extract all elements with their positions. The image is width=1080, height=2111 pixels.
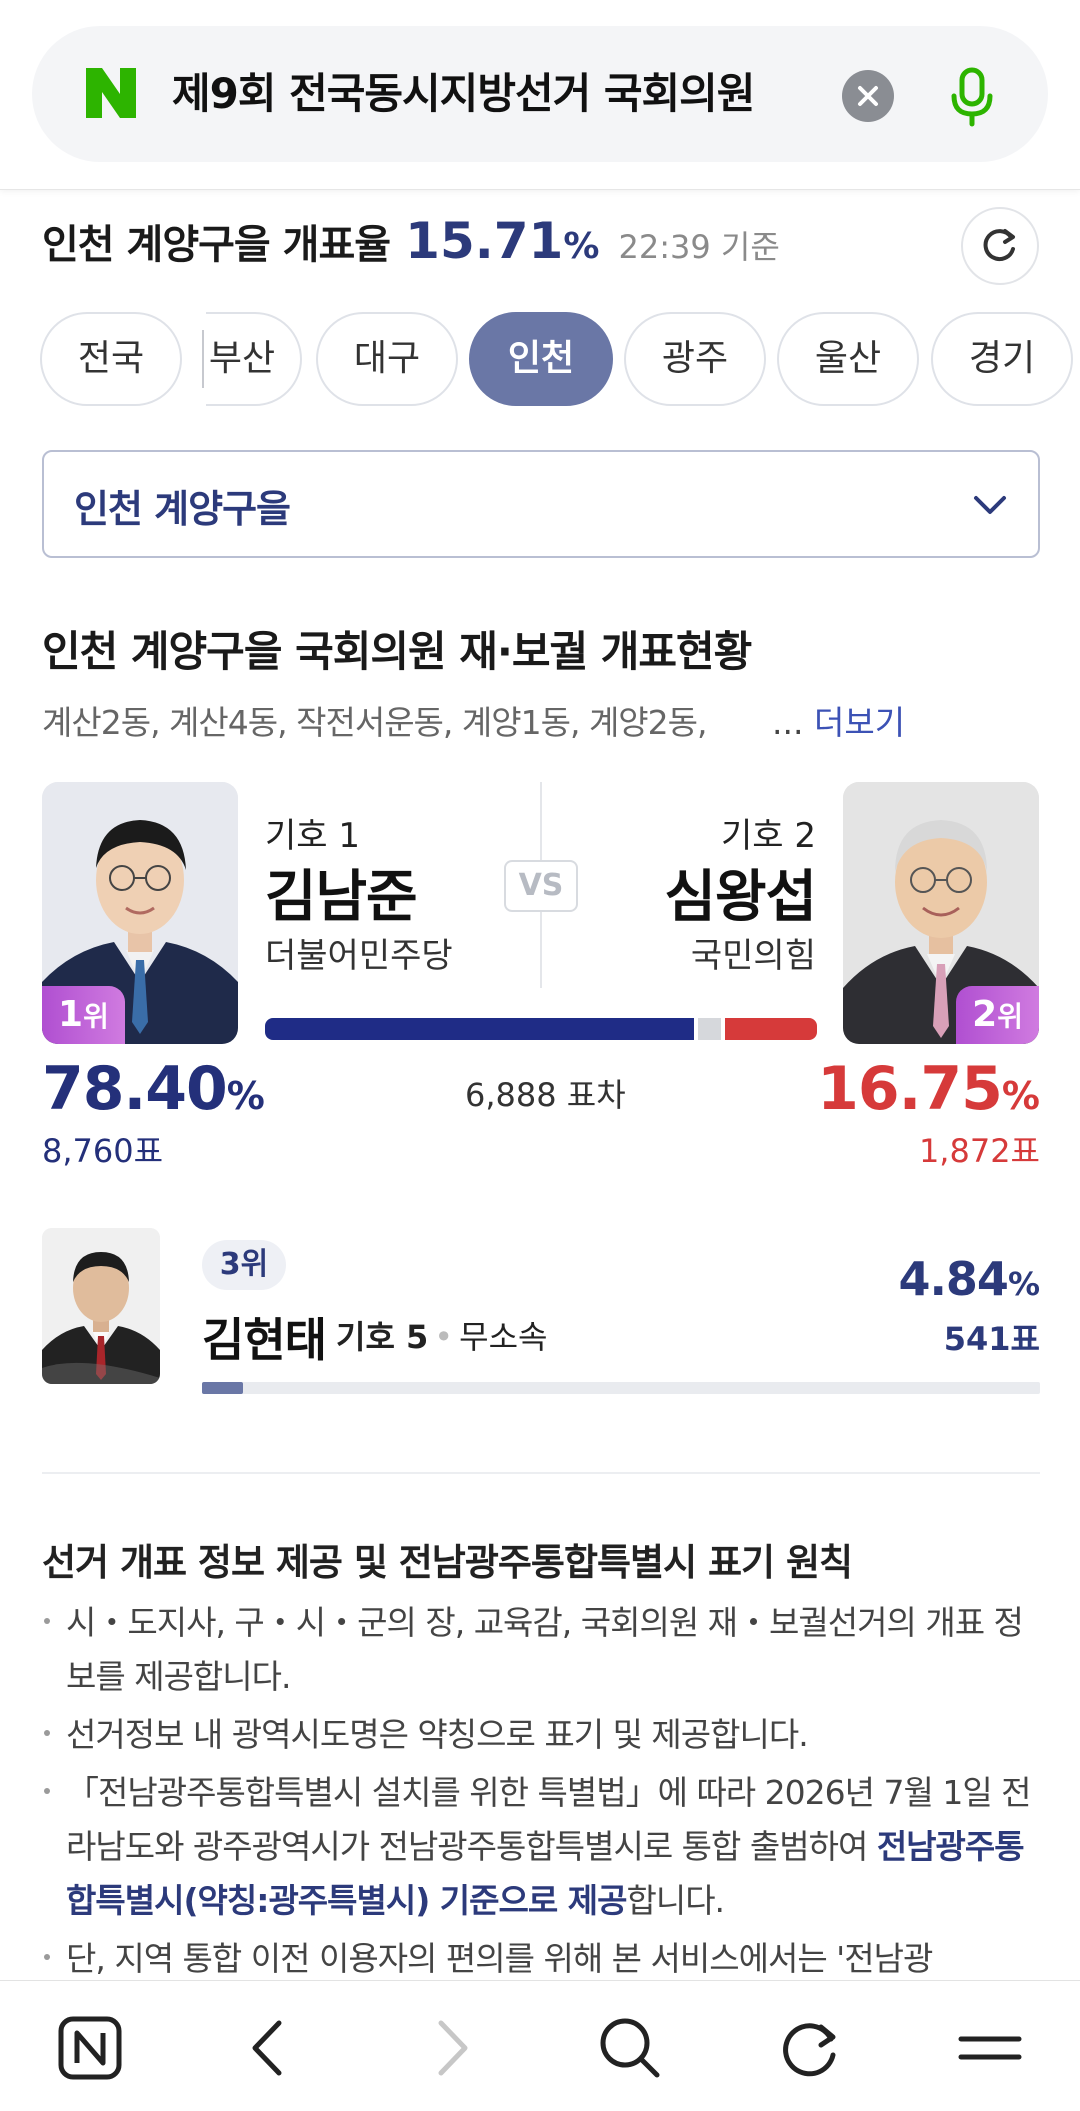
candidate-portrait-icon [42, 1228, 160, 1384]
notice-item: 시・도지사, 구・시・군의 장, 교육감, 국회의원 재・보궐선거의 개표 정보… [42, 1596, 1042, 1704]
vote-share-bar-fill [202, 1382, 243, 1394]
count-rate-value: 15.71 [405, 212, 564, 270]
notice-item: 「전남광주통합특별시 설치를 위한 특별법」에 따라 2026년 7월 1일 전… [42, 1766, 1042, 1928]
search-box[interactable]: 제9회 전국동시지방선거 국회의원 [32, 26, 1048, 162]
vote-share-bar [265, 1018, 817, 1040]
divider [42, 1472, 1040, 1474]
rank-number: 2 [972, 994, 998, 1035]
candidate-percent: 16.75% [817, 1054, 1040, 1124]
more-label: 더보기 [813, 703, 906, 742]
chevron-down-icon [974, 496, 1006, 514]
region-chip[interactable]: 광주 [624, 312, 766, 406]
candidate-name[interactable]: 김현태 [202, 1304, 327, 1370]
microphone-icon[interactable] [932, 56, 1012, 136]
notice-item: 선거정보 내 광역시도명은 약칭으로 표기 및 제공합니다. [42, 1708, 1042, 1762]
candidate-meta: 기호 5 • 무소속 [336, 1312, 548, 1358]
notice-item: 단, 지역 통합 이전 이용자의 편의를 위해 본 서비스에서는 '전남광 [42, 1932, 1042, 1986]
vote-share-bar-other [697, 1018, 721, 1040]
vote-share-bar [202, 1382, 1040, 1394]
notice-item-tail: 합니다. [626, 1881, 725, 1920]
candidate-number: 기호 2 [721, 816, 816, 856]
vs-badge: VS [504, 860, 578, 912]
naver-logo-icon[interactable] [82, 64, 140, 122]
search-icon[interactable] [585, 2003, 675, 2093]
candidate-percent-value: 78.40 [42, 1054, 228, 1124]
notice-list: 시・도지사, 구・시・군의 장, 교육감, 국회의원 재・보궐선거의 개표 정보… [42, 1596, 1042, 1990]
close-icon[interactable] [842, 70, 894, 122]
candidate-name[interactable]: 김남준 [265, 852, 418, 933]
search-query[interactable]: 제9회 전국동시지방선거 국회의원 [172, 66, 832, 122]
candidate-party: 국민의힘 [690, 936, 816, 976]
count-rate-header: 인천 계양구을 개표율 15.71% 22:39 기준 [42, 212, 780, 272]
vote-share-bar-candidate1 [265, 1018, 694, 1040]
district-areas: 계산2동, 계산4동, 작전서운동, 계양1동, 계양2동, [42, 703, 708, 742]
district-select-value: 인천 계양구을 [74, 487, 291, 531]
vote-share-bar-candidate2 [724, 1018, 817, 1040]
candidate-votes: 8,760표 [42, 1132, 164, 1170]
more-dots: ... [772, 703, 804, 742]
candidate-percent-value: 16.75 [817, 1054, 1003, 1124]
menu-icon[interactable] [945, 2003, 1035, 2093]
section-title: 인천 계양구을 국회의원 재·보궐 개표현황 [42, 627, 752, 676]
candidate-percent-unit: % [1001, 1074, 1040, 1118]
rank-unit: 위 [997, 1000, 1023, 1033]
candidate-votes: 541표 [943, 1320, 1040, 1358]
back-icon[interactable] [225, 2003, 315, 2093]
candidate-photo[interactable] [42, 1228, 160, 1384]
rank-number: 1 [58, 994, 84, 1035]
chip-divider [202, 330, 204, 388]
district-select[interactable]: 인천 계양구을 [42, 450, 1040, 558]
candidate-percent-unit: % [226, 1074, 265, 1118]
rank-unit: 위 [83, 1000, 109, 1033]
refresh-icon [983, 229, 1015, 262]
notice-title: 선거 개표 정보 제공 및 전남광주통합특별시 표기 원칙 [42, 1541, 853, 1584]
separator-dot: • [434, 1318, 454, 1356]
search-header: 제9회 전국동시지방선거 국회의원 [0, 0, 1080, 190]
region-chip-active[interactable]: 인천 [469, 312, 613, 406]
candidate-party: 더불어민주당 [265, 936, 453, 976]
region-chip[interactable]: 전국 [40, 312, 182, 406]
region-chip[interactable]: 경기 [931, 312, 1073, 406]
region-tabs: 전국 부산 대구 인천 광주 울산 경기 [0, 312, 1080, 408]
candidate-percent: 78.40% [42, 1054, 265, 1124]
rank-badge: 3위 [202, 1240, 286, 1290]
count-rate-title: 인천 계양구을 개표율 [42, 222, 391, 268]
forward-icon[interactable] [405, 2003, 495, 2093]
bottom-navigation [0, 1980, 1080, 2111]
candidate-number: 기호 5 [336, 1318, 429, 1356]
reload-icon[interactable] [765, 2003, 855, 2093]
rank-badge: 2위 [956, 986, 1039, 1044]
more-link[interactable]: ... 더보기 [772, 696, 905, 744]
count-rate-time: 22:39 기준 [618, 228, 780, 266]
candidate-percent-unit: % [1007, 1265, 1040, 1303]
candidate-party: 무소속 [459, 1318, 548, 1356]
naver-home-icon[interactable] [45, 2003, 135, 2093]
candidate-percent-value: 4.84 [898, 1252, 1008, 1306]
candidate-votes: 1,872표 [918, 1132, 1040, 1170]
region-chip[interactable]: 대구 [316, 312, 458, 406]
candidate-number: 기호 1 [265, 816, 360, 856]
count-rate-unit: % [563, 226, 600, 267]
candidate-percent: 4.84% [898, 1252, 1040, 1306]
region-chip[interactable]: 울산 [777, 312, 919, 406]
rank-badge: 1위 [42, 986, 125, 1044]
candidate-photo[interactable]: 1위 [42, 782, 238, 1044]
refresh-button[interactable] [961, 207, 1039, 285]
vote-gap: 6,888 표차 [465, 1076, 626, 1114]
candidate-name[interactable]: 심왕섭 [664, 852, 817, 933]
candidate-photo[interactable]: 2위 [843, 782, 1039, 1044]
